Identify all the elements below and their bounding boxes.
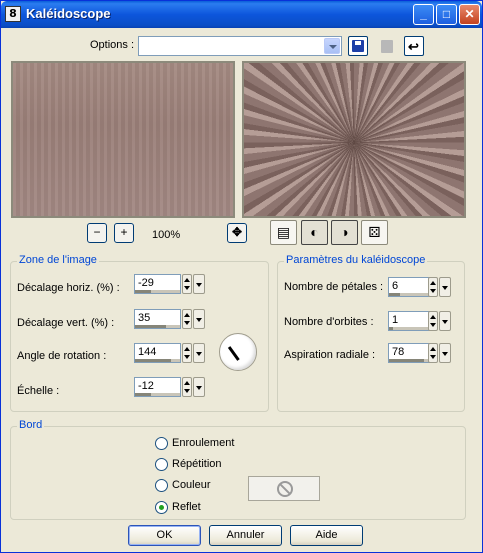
slider-fill xyxy=(389,293,401,296)
radial-suction-spinner[interactable]: 78 xyxy=(388,343,458,365)
radial-suction-label: Aspiration radiale : xyxy=(284,349,376,361)
zoom-out-button[interactable]: − xyxy=(87,223,107,243)
minimize-button[interactable]: _ xyxy=(413,4,434,25)
radio-wrap[interactable] xyxy=(155,437,168,450)
slider-fill xyxy=(389,327,393,330)
rotation-dial[interactable] xyxy=(219,333,257,371)
vertical-offset-spinner[interactable]: 35 xyxy=(134,309,205,331)
chevron-down-icon[interactable] xyxy=(193,343,205,363)
chevron-down-icon[interactable] xyxy=(439,343,451,363)
radio-reflect[interactable] xyxy=(155,501,168,514)
undo-arrow-icon: ↩ xyxy=(408,39,419,54)
horizontal-offset-label: Décalage horiz. (%) : xyxy=(17,282,120,294)
title-bar[interactable]: 8 Kaléidoscope _ □ ✕ xyxy=(1,1,482,28)
move-icon: ✥ xyxy=(231,225,243,239)
eye-icon: ◐ xyxy=(310,224,319,240)
orbits-count-label: Nombre d'orbites : xyxy=(284,316,374,328)
up-down-arrows-icon[interactable] xyxy=(182,377,192,397)
slider-fill xyxy=(389,359,425,362)
slider-fill xyxy=(135,359,171,362)
original-preview[interactable] xyxy=(11,61,235,218)
window-title: Kaléidoscope xyxy=(26,6,111,21)
trash-icon xyxy=(381,40,393,53)
zoom-level: 100% xyxy=(152,229,181,241)
zoom-in-icon: + xyxy=(120,225,128,239)
radio-label: Reflet xyxy=(172,501,201,513)
radio-repeat[interactable] xyxy=(155,458,168,471)
group-legend: Paramètres du kaléidoscope xyxy=(284,254,428,266)
edge-group: Bord xyxy=(10,419,466,520)
dial-needle-icon xyxy=(227,346,240,361)
petals-count-spinner[interactable]: 6 xyxy=(388,277,458,299)
petals-count-label: Nombre de pétales : xyxy=(284,281,384,293)
preview-icon: ▤ xyxy=(276,224,291,240)
close-button[interactable]: ✕ xyxy=(459,4,480,25)
orbits-count-spinner[interactable]: 1 xyxy=(388,311,458,333)
disabled-icon xyxy=(277,481,293,497)
save-preset-button[interactable] xyxy=(348,36,368,56)
chevron-down-icon[interactable] xyxy=(193,309,205,329)
slider-fill xyxy=(135,290,152,293)
options-label: Options : xyxy=(90,39,135,51)
slider-fill xyxy=(135,393,151,396)
slider-fill xyxy=(135,325,166,328)
chevron-down-icon[interactable] xyxy=(193,377,205,397)
eye-icon: ◑ xyxy=(340,224,349,240)
radio-label: Répétition xyxy=(172,458,222,470)
horizontal-offset-spinner[interactable]: -29 xyxy=(134,274,205,296)
options-dropdown[interactable] xyxy=(138,36,342,56)
auto-proof-button[interactable]: ◑ xyxy=(331,220,358,245)
chevron-down-icon[interactable] xyxy=(324,38,340,54)
chevron-down-icon[interactable] xyxy=(439,311,451,331)
radio-label: Enroulement xyxy=(172,437,235,449)
up-down-arrows-icon[interactable] xyxy=(182,343,192,363)
zoom-in-button[interactable]: + xyxy=(114,223,134,243)
group-legend: Zone de l'image xyxy=(17,254,99,266)
chevron-down-icon[interactable] xyxy=(439,277,451,297)
zoom-out-icon: − xyxy=(93,225,101,239)
vertical-offset-label: Décalage vert. (%) : xyxy=(17,317,115,329)
chevron-down-icon[interactable] xyxy=(193,274,205,294)
scale-label: Échelle : xyxy=(17,385,60,397)
help-button[interactable]: Aide xyxy=(290,525,363,546)
rotation-angle-spinner[interactable]: 144 xyxy=(134,343,205,365)
app-icon: 8 xyxy=(5,6,21,22)
up-down-arrows-icon[interactable] xyxy=(182,274,192,294)
up-down-arrows-icon[interactable] xyxy=(182,309,192,329)
result-preview[interactable] xyxy=(242,61,466,218)
delete-preset-button[interactable] xyxy=(377,36,397,56)
kaleidoscope-dialog: 8 Kaléidoscope _ □ ✕ Options : ↩ − + 100… xyxy=(0,0,483,553)
up-down-arrows-icon[interactable] xyxy=(428,343,438,363)
maximize-button[interactable]: □ xyxy=(436,4,457,25)
cancel-button[interactable]: Annuler xyxy=(209,525,282,546)
up-down-arrows-icon[interactable] xyxy=(428,277,438,297)
scale-spinner[interactable]: -12 xyxy=(134,377,205,399)
group-legend: Bord xyxy=(17,419,45,431)
radio-color[interactable] xyxy=(155,479,168,492)
reset-button[interactable]: ↩ xyxy=(404,36,424,56)
toggle-preview-button[interactable]: ▤ xyxy=(270,220,297,245)
up-down-arrows-icon[interactable] xyxy=(428,311,438,331)
randomize-button[interactable]: ⚄ xyxy=(361,220,388,245)
color-swatch[interactable] xyxy=(248,476,320,501)
proof-button[interactable]: ◐ xyxy=(301,220,328,245)
pan-button[interactable]: ✥ xyxy=(227,223,247,243)
ok-button[interactable]: OK xyxy=(128,525,201,546)
radio-label: Couleur xyxy=(172,479,211,491)
dice-icon: ⚄ xyxy=(368,224,381,240)
rotation-angle-label: Angle de rotation : xyxy=(17,350,107,362)
floppy-disk-icon xyxy=(352,40,364,52)
